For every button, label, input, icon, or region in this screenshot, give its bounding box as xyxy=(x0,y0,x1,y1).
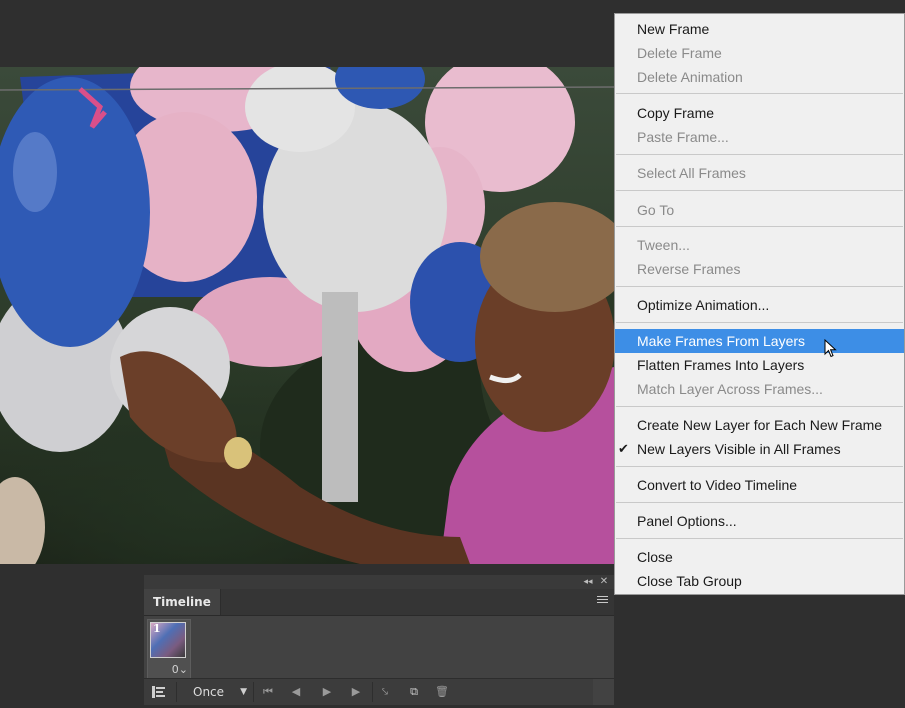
menu-separator xyxy=(616,154,903,155)
document-canvas[interactable] xyxy=(0,67,614,564)
menu-item-select-all-frames[interactable]: Select All Frames xyxy=(615,161,904,185)
menu-item-label: Go To xyxy=(637,202,675,218)
menu-item-delete-frame[interactable]: Delete Frame xyxy=(615,41,904,65)
menu-item-label: Optimize Animation... xyxy=(637,297,770,313)
menu-item-label: Create New Layer for Each New Frame xyxy=(637,417,883,433)
loop-options-select[interactable]: Once ▼ xyxy=(176,682,254,702)
duplicate-frame-icon[interactable]: ⧉ xyxy=(406,679,422,705)
frame-number: 1 xyxy=(153,622,161,635)
menu-item-close-tab-group[interactable]: Close Tab Group xyxy=(615,569,904,593)
menu-item-create-new-layer-for-each-new-frame[interactable]: Create New Layer for Each New Frame xyxy=(615,413,904,437)
menu-item-new-layers-visible-in-all-frames[interactable]: ✔ New Layers Visible in All Frames xyxy=(615,437,904,461)
close-panel-icon[interactable]: ✕ xyxy=(598,575,610,589)
scrollbar-corner xyxy=(593,679,614,705)
caret-down-icon: ▼ xyxy=(240,687,247,697)
photo-image xyxy=(0,67,614,564)
menu-item-reverse-frames[interactable]: Reverse Frames xyxy=(615,257,904,281)
menu-separator xyxy=(616,93,903,94)
menu-item-new-frame[interactable]: New Frame xyxy=(615,17,904,41)
menu-item-convert-to-video-timeline[interactable]: Convert to Video Timeline xyxy=(615,473,904,497)
convert-to-video-timeline-icon[interactable] xyxy=(148,679,170,705)
collapse-panel-icon[interactable]: ◂◂ xyxy=(582,575,594,589)
menu-item-flatten-frames-into-layers[interactable]: Flatten Frames Into Layers xyxy=(615,353,904,377)
frame-delay-value: 0 xyxy=(171,663,179,676)
menu-item-copy-frame[interactable]: Copy Frame xyxy=(615,101,904,125)
menu-item-delete-animation[interactable]: Delete Animation xyxy=(615,65,904,89)
divider xyxy=(372,682,373,702)
menu-item-label: Match Layer Across Frames... xyxy=(637,381,823,397)
menu-separator xyxy=(616,466,903,467)
menu-item-label: Copy Frame xyxy=(637,105,715,121)
menu-item-tween[interactable]: Tween... xyxy=(615,233,904,257)
menu-item-close[interactable]: Close xyxy=(615,545,904,569)
menu-item-match-layer-across-frames[interactable]: Match Layer Across Frames... xyxy=(615,377,904,401)
next-frame-icon[interactable]: ▶ xyxy=(348,679,364,705)
menu-item-label: Close xyxy=(637,549,673,565)
menu-separator xyxy=(616,538,903,539)
mouse-pointer-icon xyxy=(824,339,837,358)
menu-item-panel-options[interactable]: Panel Options... xyxy=(615,509,904,533)
menu-item-label: Reverse Frames xyxy=(637,261,741,277)
play-icon[interactable]: ▶ xyxy=(319,679,335,705)
menu-item-label: Make Frames From Layers xyxy=(637,333,806,349)
tab-timeline[interactable]: Timeline xyxy=(144,589,221,615)
menu-item-label: Convert to Video Timeline xyxy=(637,477,798,493)
first-frame-icon[interactable]: ⏮ xyxy=(260,679,276,705)
menu-item-label: Paste Frame... xyxy=(637,129,729,145)
menu-item-label: Select All Frames xyxy=(637,165,746,181)
menu-item-optimize-animation[interactable]: Optimize Animation... xyxy=(615,293,904,317)
panel-menu-icon[interactable] xyxy=(597,596,608,607)
panel-title-bar: ◂◂ ✕ xyxy=(144,575,614,589)
checkmark-icon: ✔ xyxy=(618,441,629,456)
menu-item-label: Panel Options... xyxy=(637,513,737,529)
menu-item-paste-frame[interactable]: Paste Frame... xyxy=(615,125,904,149)
menu-separator xyxy=(616,190,903,191)
menu-item-go-to[interactable]: Go To xyxy=(615,198,904,222)
loop-value: Once xyxy=(193,685,225,699)
menu-item-label: Close Tab Group xyxy=(637,573,742,589)
menu-separator xyxy=(616,406,903,407)
timeline-controls: Once ▼ ⏮ ◀ ▶ ▶ ⤥ ⧉ 🗑 xyxy=(144,678,614,705)
menu-item-label: Delete Frame xyxy=(637,45,722,61)
trash-icon[interactable]: 🗑 xyxy=(434,679,450,705)
timeline-panel: ◂◂ ✕ Timeline 1 0⌄ Once ▼ ⏮ ◀ ▶ ▶ ⤥ ⧉ 🗑 xyxy=(144,575,614,705)
panel-tab-row: Timeline xyxy=(144,589,614,616)
frame-delay-dropdown[interactable]: 0⌄ xyxy=(172,663,188,676)
timeline-context-menu: New Frame Delete Frame Delete Animation Cop… xyxy=(614,13,905,595)
chevron-down-icon: ⌄ xyxy=(178,663,188,676)
menu-separator xyxy=(616,286,903,287)
menu-separator xyxy=(616,226,903,227)
menu-item-label: Tween... xyxy=(637,237,690,253)
animation-frame[interactable]: 1 0⌄ xyxy=(147,619,191,679)
menu-separator xyxy=(616,502,903,503)
menu-item-label: New Frame xyxy=(637,21,710,37)
menu-item-label: Delete Animation xyxy=(637,69,743,85)
menu-item-label: New Layers Visible in All Frames xyxy=(637,441,841,457)
menu-separator xyxy=(616,322,903,323)
menu-item-label: Flatten Frames Into Layers xyxy=(637,357,805,373)
previous-frame-icon[interactable]: ◀ xyxy=(288,679,304,705)
tween-icon[interactable]: ⤥ xyxy=(377,679,393,705)
menu-item-make-frames-from-layers[interactable]: Make Frames From Layers xyxy=(615,329,904,353)
